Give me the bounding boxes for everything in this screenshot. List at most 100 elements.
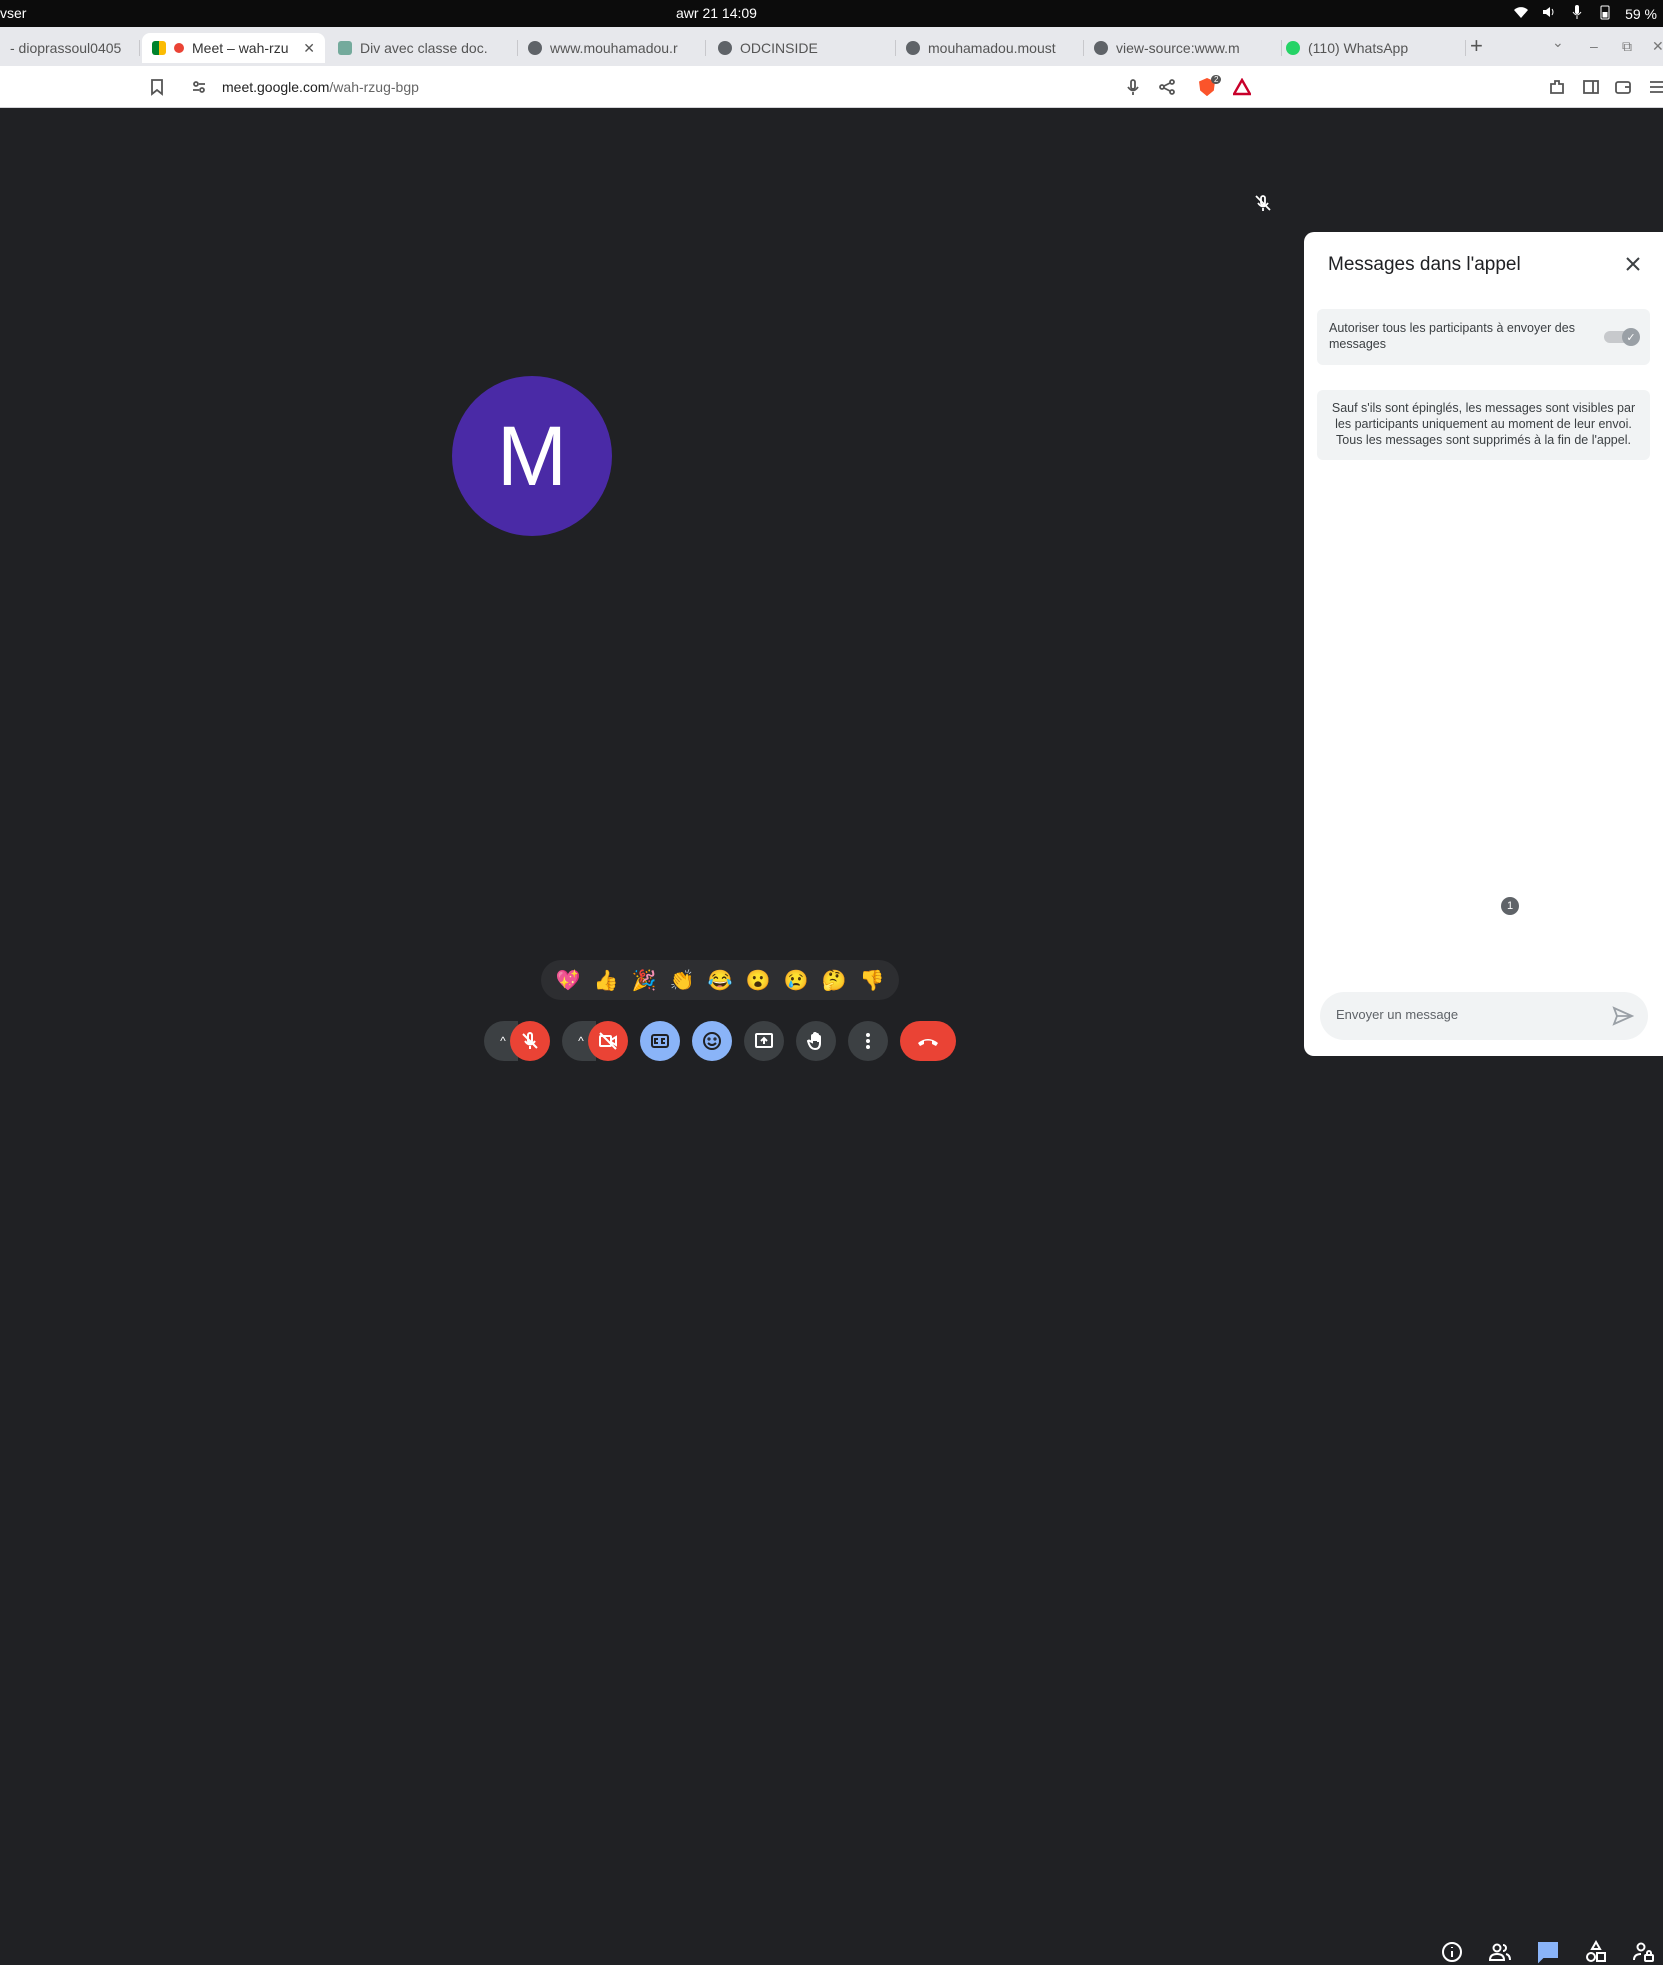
extensions-icon[interactable] bbox=[1548, 78, 1566, 96]
reaction-clap[interactable]: 👏 bbox=[670, 968, 695, 993]
system-clock[interactable]: awr 21 14:09 bbox=[676, 5, 757, 21]
wallet-icon[interactable] bbox=[1614, 78, 1632, 96]
participant-initial: M bbox=[497, 408, 567, 503]
more-vert-icon bbox=[866, 1033, 870, 1049]
hand-icon bbox=[806, 1032, 821, 1051]
allow-messages-toggle[interactable]: ✓ bbox=[1604, 328, 1640, 346]
tab-label: Meet – wah-rzu bbox=[192, 40, 289, 56]
window-close-icon[interactable]: ✕ bbox=[1652, 38, 1663, 55]
participant-muted-icon bbox=[1254, 194, 1272, 212]
message-input-placeholder: Envoyer un message bbox=[1336, 1007, 1459, 1022]
tab-mouhamadou[interactable]: www.mouhamadou.r bbox=[518, 33, 706, 63]
wifi-icon bbox=[1513, 4, 1529, 23]
address-toolbar: meet.google.com/wah-rzug-bgp 2 bbox=[0, 66, 1663, 108]
reactions-bar: 💖 👍 🎉 👏 😂 😮 😢 🤔 👎 bbox=[541, 960, 899, 1000]
info-icon bbox=[1442, 1942, 1462, 1962]
host-lock-icon bbox=[1633, 1942, 1654, 1962]
tab-mouhamadou-moust[interactable]: mouhamadou.moust bbox=[896, 33, 1084, 63]
chat-panel: Messages dans l'appel Autoriser tous les… bbox=[1304, 232, 1663, 1056]
shapes-icon bbox=[1586, 1940, 1606, 1962]
present-icon bbox=[755, 1033, 773, 1048]
tab-close-icon[interactable]: ✕ bbox=[303, 40, 315, 57]
chatgpt-icon bbox=[338, 41, 352, 55]
restore-icon[interactable]: ⧉ bbox=[1622, 38, 1632, 55]
globe-icon bbox=[718, 41, 732, 55]
present-screen-button[interactable] bbox=[744, 1021, 784, 1061]
system-left-text: vser bbox=[0, 5, 27, 21]
globe-icon bbox=[906, 41, 920, 55]
allow-messages-label: Autoriser tous les participants à envoye… bbox=[1329, 321, 1575, 351]
messages-info-note: Sauf s'ils sont épinglés, les messages s… bbox=[1317, 390, 1650, 460]
captions-button[interactable] bbox=[640, 1021, 680, 1061]
reaction-thinking[interactable]: 🤔 bbox=[822, 968, 847, 993]
recording-icon bbox=[174, 43, 184, 53]
check-icon: ✓ bbox=[1622, 328, 1640, 346]
tab-view-source[interactable]: view-source:www.m bbox=[1084, 33, 1282, 63]
chat-panel-close-icon[interactable] bbox=[1623, 254, 1643, 274]
leave-call-button[interactable] bbox=[900, 1021, 956, 1061]
volume-icon bbox=[1541, 4, 1557, 23]
more-options-button[interactable] bbox=[848, 1021, 888, 1061]
tab-chatgpt[interactable]: Div avec classe doc. bbox=[328, 33, 518, 63]
tab-search-chevron-icon[interactable]: ⌄ bbox=[1552, 34, 1564, 51]
reaction-surprised[interactable]: 😮 bbox=[746, 968, 771, 993]
system-top-bar: vser awr 21 14:09 59 % bbox=[0, 0, 1663, 27]
tab-whatsapp[interactable]: (110) WhatsApp bbox=[1276, 33, 1466, 63]
chat-button[interactable] bbox=[1535, 1939, 1561, 1965]
people-button[interactable] bbox=[1487, 1939, 1513, 1965]
brave-rewards-icon[interactable] bbox=[1231, 77, 1253, 96]
camera-toggle-button[interactable] bbox=[588, 1021, 628, 1061]
tab-mail[interactable]: - dioprassoul0405 bbox=[0, 33, 140, 63]
reaction-sparkling-heart[interactable]: 💖 bbox=[556, 968, 581, 993]
share-icon[interactable] bbox=[1158, 78, 1176, 96]
site-settings-icon[interactable] bbox=[190, 78, 208, 96]
tab-meet[interactable]: Meet – wah-rzu ✕ bbox=[142, 33, 325, 63]
people-count-badge: 1 bbox=[1501, 897, 1519, 915]
tab-label: - dioprassoul0405 bbox=[10, 40, 122, 56]
reactions-button[interactable] bbox=[692, 1021, 732, 1061]
tab-label: ODCINSIDE bbox=[740, 40, 818, 56]
globe-icon bbox=[1094, 41, 1108, 55]
people-icon bbox=[1488, 1943, 1511, 1961]
reaction-laugh[interactable]: 😂 bbox=[708, 968, 733, 993]
whatsapp-icon bbox=[1286, 41, 1300, 55]
battery-icon bbox=[1597, 4, 1613, 23]
emoji-icon bbox=[703, 1032, 721, 1050]
tab-label: www.mouhamadou.r bbox=[550, 40, 678, 56]
tab-label: view-source:www.m bbox=[1116, 40, 1240, 56]
camera-off-icon bbox=[599, 1032, 617, 1050]
reaction-party[interactable]: 🎉 bbox=[632, 968, 657, 993]
address-bar[interactable]: meet.google.com/wah-rzug-bgp bbox=[180, 70, 1260, 104]
tab-label: (110) WhatsApp bbox=[1308, 40, 1409, 56]
meet-icon bbox=[152, 41, 166, 55]
mic-toggle-button[interactable] bbox=[510, 1021, 550, 1061]
mic-icon[interactable] bbox=[1124, 78, 1142, 96]
menu-icon[interactable] bbox=[1648, 78, 1663, 96]
url-path: /wah-rzug-bgp bbox=[329, 79, 419, 95]
system-tray[interactable]: 59 % bbox=[1513, 4, 1657, 23]
raise-hand-button[interactable] bbox=[796, 1021, 836, 1061]
reaction-thumbs-up[interactable]: 👍 bbox=[594, 968, 619, 993]
call-controls: ^ ^ bbox=[0, 1021, 1663, 1964]
battery-percent: 59 % bbox=[1625, 5, 1657, 22]
sidebar-icon[interactable] bbox=[1582, 78, 1600, 96]
tab-odcinside[interactable]: ODCINSIDE bbox=[708, 33, 896, 63]
captions-icon bbox=[651, 1034, 669, 1048]
url-host: meet.google.com bbox=[222, 79, 330, 95]
allow-messages-setting: Autoriser tous les participants à envoye… bbox=[1317, 309, 1650, 365]
reaction-thumbs-down[interactable]: 👎 bbox=[860, 968, 885, 993]
chat-icon bbox=[1538, 1942, 1558, 1964]
host-controls-button[interactable] bbox=[1630, 1939, 1656, 1965]
globe-icon bbox=[528, 41, 542, 55]
reaction-sad[interactable]: 😢 bbox=[784, 968, 809, 993]
tab-label: Div avec classe doc. bbox=[360, 40, 488, 56]
new-tab-button[interactable]: + bbox=[1470, 33, 1483, 59]
minimize-icon[interactable]: – bbox=[1590, 38, 1598, 54]
participant-avatar: M bbox=[452, 376, 612, 536]
mic-off-icon bbox=[522, 1032, 538, 1049]
activities-button[interactable] bbox=[1583, 1939, 1609, 1965]
meeting-details-button[interactable] bbox=[1439, 1939, 1465, 1965]
tab-label: mouhamadou.moust bbox=[928, 40, 1056, 56]
bookmark-icon[interactable] bbox=[148, 78, 166, 96]
chat-panel-title: Messages dans l'appel bbox=[1328, 254, 1521, 275]
